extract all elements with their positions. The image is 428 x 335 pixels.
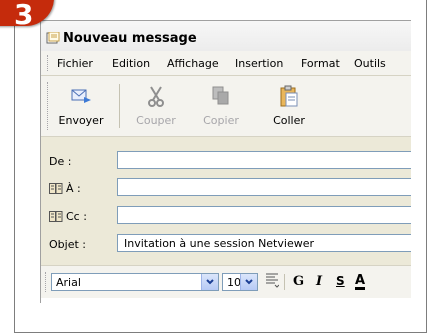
menu-affichage[interactable]: Affichage <box>167 57 219 70</box>
cut-label: Couper <box>136 114 176 127</box>
italic-button[interactable]: I <box>316 274 322 289</box>
chevron-down-icon[interactable] <box>240 274 257 290</box>
paste-label: Coller <box>273 114 305 127</box>
toolbar-grip <box>47 82 50 130</box>
standard-toolbar: Envoyer Couper Copier Coller <box>41 76 411 137</box>
paragraph-style-icon <box>266 273 280 288</box>
from-label: De : <box>49 155 72 168</box>
subject-label: Objet : <box>49 238 86 251</box>
subject-input[interactable]: Invitation à une session Netviewer <box>117 234 411 252</box>
copy-icon <box>212 86 229 105</box>
menu-insertion[interactable]: Insertion <box>235 57 283 70</box>
paste-button[interactable]: Coller <box>259 82 319 127</box>
menu-grip <box>47 55 50 71</box>
cut-button[interactable]: Couper <box>126 82 186 127</box>
font-color-button[interactable]: A <box>355 274 366 290</box>
menu-format[interactable]: Format <box>301 57 340 70</box>
address-book-icon <box>49 211 63 222</box>
chevron-down-icon[interactable] <box>201 274 218 290</box>
address-book-icon <box>49 183 63 194</box>
to-input[interactable] <box>117 178 411 196</box>
copy-label: Copier <box>203 114 239 127</box>
format-grip <box>45 272 48 292</box>
subject-row: Objet : Invitation à une session Netview… <box>41 234 411 254</box>
toolbar-separator <box>119 84 120 128</box>
bold-button[interactable]: G <box>293 274 304 289</box>
menu-fichier[interactable]: Fichier <box>57 57 93 70</box>
menu-edition[interactable]: Edition <box>112 57 150 70</box>
scissors-icon <box>148 86 164 107</box>
clipboard-icon <box>280 85 298 107</box>
cc-row: Cc : <box>41 206 411 226</box>
size-value: 10 <box>227 276 241 289</box>
format-separator <box>284 274 285 290</box>
cc-input[interactable] <box>117 206 411 224</box>
menu-outils[interactable]: Outils <box>354 57 386 70</box>
size-select[interactable]: 10 <box>222 273 258 291</box>
send-button[interactable]: Envoyer <box>51 82 111 127</box>
message-body[interactable] <box>41 298 411 303</box>
message-header-fields: De : À : Cc: Objet: Invitation à une s… <box>41 137 411 252</box>
send-label: Envoyer <box>58 114 104 127</box>
from-input[interactable] <box>117 151 411 169</box>
font-select[interactable]: Arial <box>51 273 219 291</box>
font-value: Arial <box>56 276 81 289</box>
window-title: Nouveau message <box>63 31 197 46</box>
title-bar: Nouveau message <box>41 21 411 52</box>
copy-button[interactable]: Copier <box>191 82 251 127</box>
to-row: À : <box>41 178 411 198</box>
step-number: 3 <box>14 0 34 31</box>
formatting-toolbar: Arial 10 G I S A <box>41 265 411 299</box>
to-button[interactable]: À : <box>49 182 81 195</box>
send-icon <box>71 89 91 103</box>
new-message-icon <box>46 32 60 44</box>
cc-button[interactable]: Cc : <box>49 210 87 223</box>
menu-bar: Fichier Edition Affichage Insertion Form… <box>41 51 411 76</box>
from-row: De : <box>41 151 411 171</box>
message-window: Nouveau message Fichier Edition Affichag… <box>40 20 411 303</box>
underline-button[interactable]: S <box>336 274 345 288</box>
style-icon[interactable] <box>265 272 280 292</box>
